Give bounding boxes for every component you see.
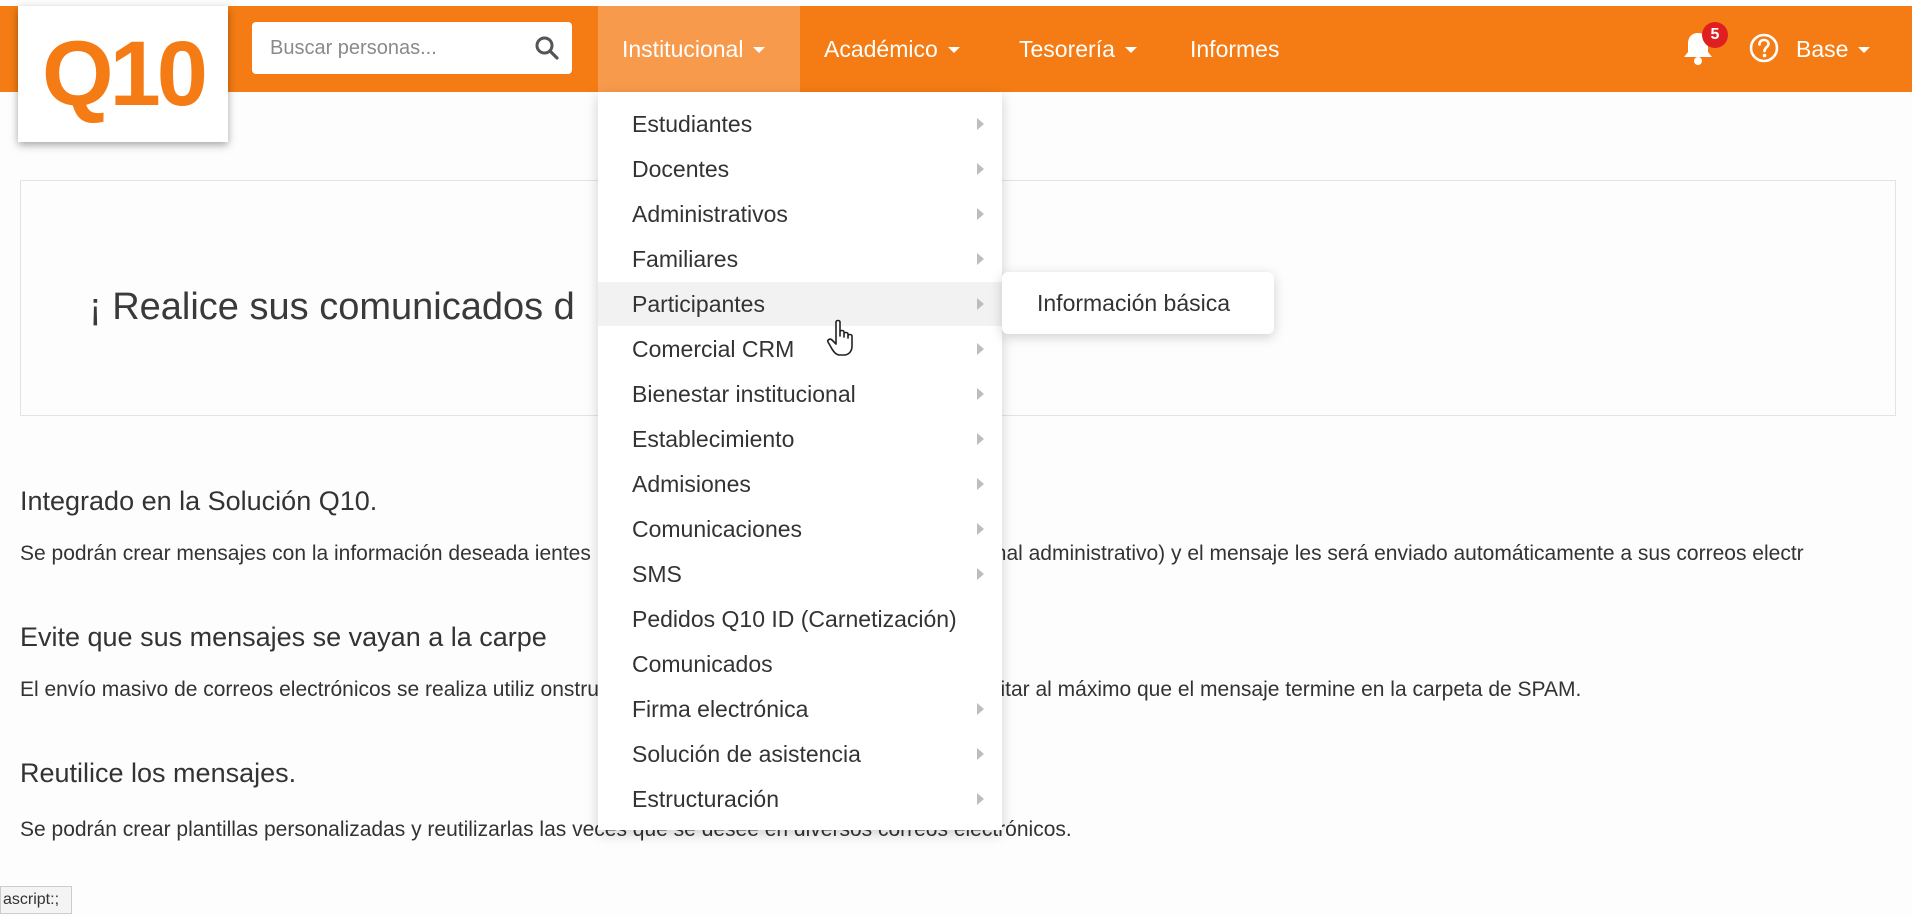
q10-logo[interactable]: Q10 (18, 6, 228, 142)
caret-down-icon (1858, 47, 1871, 53)
nav-base-user-menu[interactable]: Base (1796, 6, 1871, 92)
menu-item-administrativos[interactable]: Administrativos (598, 192, 1002, 236)
nav-informes-label: Informes (1190, 35, 1280, 62)
menu-item-estudiantes[interactable]: Estudiantes (598, 102, 1002, 146)
chevron-right-icon (977, 343, 984, 355)
nav-academico-label: Académico (824, 35, 938, 62)
menu-item-docentes[interactable]: Docentes (598, 147, 1002, 191)
menu-item-label: Participantes (632, 290, 765, 317)
menu-item-label: Administrativos (632, 200, 788, 227)
chevron-right-icon (977, 568, 984, 580)
menu-item-comunicados[interactable]: Comunicados (598, 642, 1002, 686)
chevron-right-icon (977, 748, 984, 760)
chevron-right-icon (977, 478, 984, 490)
search-box (252, 22, 572, 74)
chevron-right-icon (977, 793, 984, 805)
menu-item-estructuracion[interactable]: Estructuración (598, 777, 1002, 821)
menu-item-admisiones[interactable]: Admisiones (598, 462, 1002, 506)
caret-down-icon (1124, 47, 1137, 53)
svg-text:Q10: Q10 (42, 23, 205, 125)
chevron-right-icon (977, 118, 984, 130)
nav-academico[interactable]: Académico (800, 6, 984, 92)
submenu-item-label: Información básica (1037, 289, 1231, 316)
menu-item-comunicaciones[interactable]: Comunicaciones (598, 507, 1002, 551)
chevron-right-icon (977, 298, 984, 310)
nav-institucional-label: Institucional (622, 35, 744, 62)
menu-item-sms[interactable]: SMS (598, 552, 1002, 596)
institucional-dropdown-menu: Estudiantes Docentes Administrativos Fam… (598, 92, 1002, 830)
section-title-reutilice: Reutilice los mensajes. (20, 758, 297, 788)
menu-item-participantes[interactable]: Participantes (598, 282, 1002, 326)
menu-item-solucion-asistencia[interactable]: Solución de asistencia (598, 732, 1002, 776)
caret-down-icon (947, 47, 960, 53)
search-input[interactable] (252, 22, 522, 74)
banner-title: ¡ Realice sus comunicados d (89, 286, 575, 328)
submenu-item-informacion-basica[interactable]: Información básica (1002, 272, 1274, 334)
menu-item-label: Familiares (632, 245, 739, 272)
menu-item-label: Comunicaciones (632, 515, 803, 542)
notification-badge: 5 (1702, 22, 1728, 48)
menu-item-label: Docentes (632, 155, 730, 182)
menu-item-label: Pedidos Q10 ID (Carnetización) (632, 605, 957, 632)
nav-informes[interactable]: Informes (1166, 6, 1303, 92)
browser-status-bar: ascript:; (0, 886, 72, 914)
chevron-right-icon (977, 703, 984, 715)
q10-logo-mark: Q10 (42, 23, 209, 125)
menu-item-bienestar-institucional[interactable]: Bienestar institucional (598, 372, 1002, 416)
menu-item-label: Estudiantes (632, 110, 753, 137)
chevron-right-icon (977, 253, 984, 265)
chevron-right-icon (977, 433, 984, 445)
nav-tesoreria[interactable]: Tesorería (995, 6, 1161, 92)
section-title-spam: Evite que sus mensajes se vayan a la car… (20, 622, 547, 652)
menu-item-label: Establecimiento (632, 425, 795, 452)
menu-item-establecimiento[interactable]: Establecimiento (598, 417, 1002, 461)
chevron-right-icon (977, 208, 984, 220)
nav-tesoreria-label: Tesorería (1019, 35, 1115, 62)
help-icon[interactable] (1748, 32, 1780, 64)
menu-item-label: Admisiones (632, 470, 751, 497)
nav-base-label: Base (1796, 35, 1849, 62)
chevron-right-icon (977, 388, 984, 400)
nav-institucional[interactable]: Institucional (598, 6, 800, 92)
menu-item-label: Firma electrónica (632, 695, 809, 722)
chevron-right-icon (977, 163, 984, 175)
hand-pointer-cursor-icon (827, 319, 853, 356)
menu-item-label: Comunicados (632, 650, 773, 677)
menu-item-pedidos-q10-id[interactable]: Pedidos Q10 ID (Carnetización) (598, 597, 1002, 641)
menu-item-label: Comercial CRM (632, 335, 795, 362)
menu-item-familiares[interactable]: Familiares (598, 237, 1002, 281)
search-icon[interactable] (534, 35, 560, 61)
caret-down-icon (753, 47, 766, 53)
menu-item-comercial-crm[interactable]: Comercial CRM (598, 327, 1002, 371)
menu-item-label: Estructuración (632, 785, 780, 812)
section-title-integrado: Integrado en la Solución Q10. (20, 486, 378, 516)
chevron-right-icon (977, 523, 984, 535)
menu-item-firma-electronica[interactable]: Firma electrónica (598, 687, 1002, 731)
menu-item-label: SMS (632, 560, 682, 587)
menu-item-label: Solución de asistencia (632, 740, 861, 767)
menu-item-label: Bienestar institucional (632, 380, 856, 407)
